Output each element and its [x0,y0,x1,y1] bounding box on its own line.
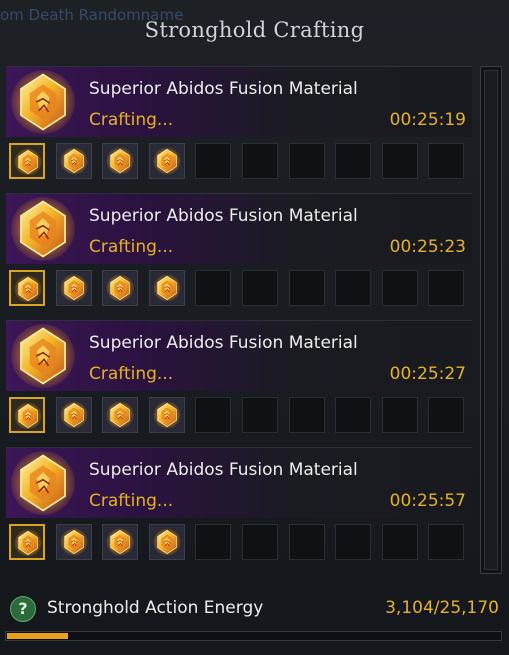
fusion-material-icon [153,274,181,302]
fusion-material-icon [60,528,88,556]
craft-entry[interactable]: Superior Abidos Fusion Material Crafting.… [6,193,472,320]
craft-slot-empty[interactable] [335,270,371,306]
fusion-material-icon [106,401,134,429]
fusion-material-icon [106,528,134,556]
fusion-material-icon [10,69,76,135]
craft-item-name: Superior Abidos Fusion Material [89,333,358,353]
energy-progress-bar [5,631,502,641]
craft-slot-filled[interactable] [149,143,185,179]
craft-timer: 00:25:57 [389,491,466,511]
craft-slot-empty[interactable] [382,143,418,179]
fusion-material-icon [106,274,134,302]
craft-slot-filled[interactable] [9,143,45,179]
craft-status: Crafting... [89,364,174,384]
craft-slot-filled[interactable] [149,524,185,560]
craft-entry-header[interactable]: Superior Abidos Fusion Material Crafting.… [6,66,472,137]
craft-slot-empty[interactable] [195,524,231,560]
question-icon[interactable]: ? [10,596,36,622]
craft-entry-header[interactable]: Superior Abidos Fusion Material Crafting.… [6,447,472,518]
craft-timer: 00:25:23 [389,237,466,257]
craft-slot-empty[interactable] [195,270,231,306]
craft-entry-header[interactable]: Superior Abidos Fusion Material Crafting.… [6,193,472,264]
craft-slot-empty[interactable] [428,524,464,560]
fusion-material-icon [14,529,42,557]
craft-timer: 00:25:27 [389,364,466,384]
craft-queue-list: Superior Abidos Fusion Material Crafting.… [6,66,472,574]
fusion-material-icon [106,147,134,175]
craft-slot-row [9,524,473,566]
energy-label: Stronghold Action Energy [47,598,264,618]
craft-slot-empty[interactable] [242,397,278,433]
craft-slot-filled[interactable] [102,524,138,560]
craft-slot-filled[interactable] [9,270,45,306]
fusion-material-icon [60,274,88,302]
craft-slot-filled[interactable] [56,270,92,306]
craft-slot-empty[interactable] [335,397,371,433]
craft-status: Crafting... [89,237,174,257]
fusion-material-icon [14,148,42,176]
craft-slot-empty[interactable] [382,397,418,433]
craft-status: Crafting... [89,491,174,511]
craft-entry[interactable]: Superior Abidos Fusion Material Crafting.… [6,66,472,193]
craft-slot-empty[interactable] [242,143,278,179]
craft-slot-empty[interactable] [242,270,278,306]
craft-slot-empty[interactable] [428,270,464,306]
craft-slot-filled[interactable] [149,397,185,433]
craft-slot-row [9,397,473,439]
craft-entry[interactable]: Superior Abidos Fusion Material Crafting.… [6,320,472,447]
craft-slot-empty[interactable] [289,397,325,433]
craft-slot-empty[interactable] [195,143,231,179]
fusion-material-icon [10,450,76,516]
craft-slot-empty[interactable] [428,143,464,179]
fusion-material-icon [153,528,181,556]
energy-footer: ? Stronghold Action Energy 3,104/25,170 [0,584,509,655]
craft-slot-filled[interactable] [56,397,92,433]
craft-item-name: Superior Abidos Fusion Material [89,206,358,226]
fusion-material-icon [153,401,181,429]
craft-slot-empty[interactable] [195,397,231,433]
craft-slot-empty[interactable] [382,524,418,560]
craft-slot-empty[interactable] [335,524,371,560]
craft-item-name: Superior Abidos Fusion Material [89,460,358,480]
energy-value: 3,104/25,170 [385,598,499,618]
craft-slot-empty[interactable] [382,270,418,306]
craft-slot-filled[interactable] [102,397,138,433]
craft-slot-empty[interactable] [289,143,325,179]
craft-slot-empty[interactable] [242,524,278,560]
fusion-material-icon [10,196,76,262]
craft-slot-empty[interactable] [428,397,464,433]
craft-slot-filled[interactable] [9,397,45,433]
craft-item-name: Superior Abidos Fusion Material [89,79,358,99]
craft-entry-header[interactable]: Superior Abidos Fusion Material Crafting.… [6,320,472,391]
craft-slot-filled[interactable] [56,524,92,560]
craft-slot-row [9,270,473,312]
fusion-material-icon [14,402,42,430]
window-title: Stronghold Crafting [144,18,365,42]
fusion-material-icon [60,147,88,175]
craft-slot-empty[interactable] [335,143,371,179]
stronghold-crafting-window: om Death Randomname Stronghold Crafting … [0,0,509,655]
fusion-material-icon [153,147,181,175]
craft-slot-row [9,143,473,185]
fusion-material-icon [14,275,42,303]
craft-timer: 00:25:19 [389,110,466,130]
craft-slot-filled[interactable] [9,524,45,560]
energy-progress-fill [7,633,68,639]
craft-slot-empty[interactable] [289,270,325,306]
craft-slot-filled[interactable] [102,270,138,306]
scrollbar[interactable] [480,66,502,574]
fusion-material-icon [10,323,76,389]
craft-slot-filled[interactable] [102,143,138,179]
scrollbar-thumb[interactable] [484,70,498,570]
craft-slot-filled[interactable] [149,270,185,306]
craft-entry[interactable]: Superior Abidos Fusion Material Crafting.… [6,447,472,574]
craft-slot-filled[interactable] [56,143,92,179]
craft-slot-empty[interactable] [289,524,325,560]
craft-status: Crafting... [89,110,174,130]
fusion-material-icon [60,401,88,429]
